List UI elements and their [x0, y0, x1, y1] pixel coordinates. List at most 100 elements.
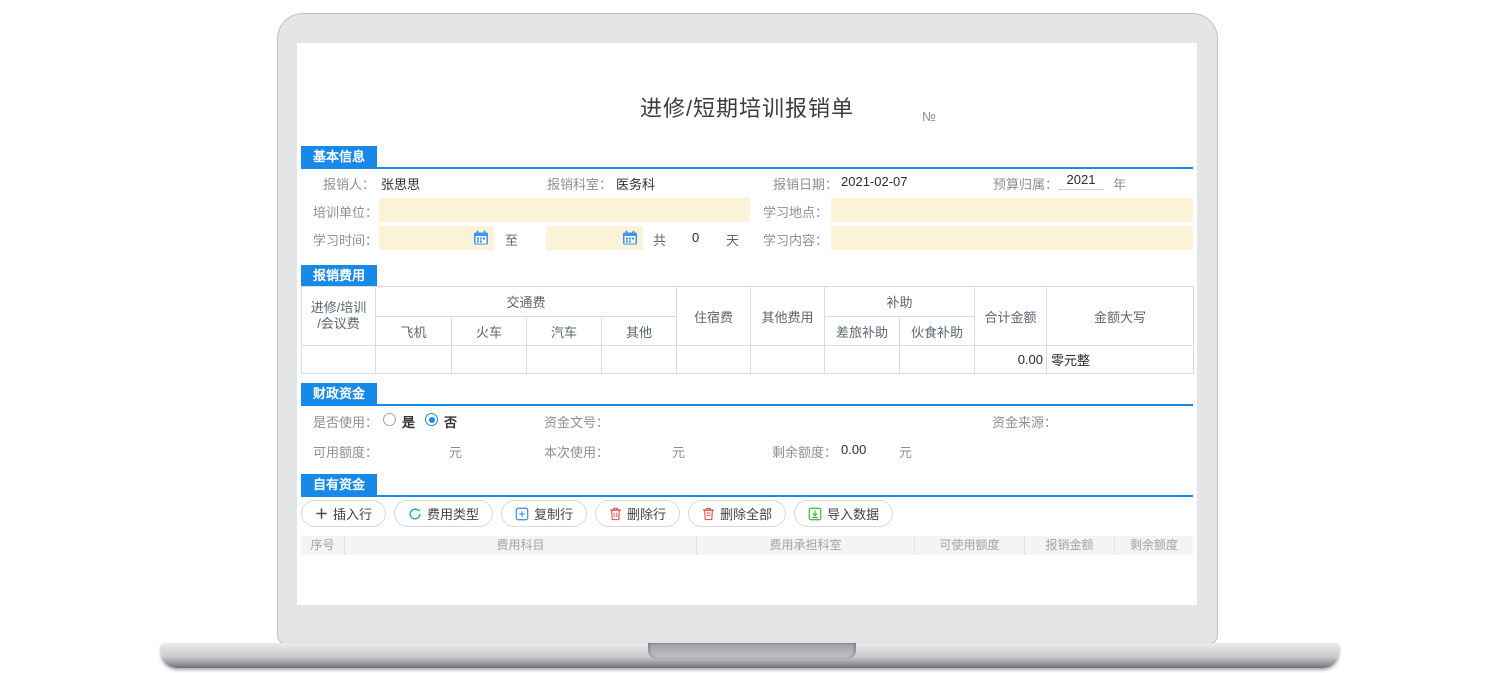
own-funds-table-header: 序号 费用科目 费用承担科室 可使用额度 报销金额 剩余额度	[301, 536, 1193, 555]
page-title: 进修/短期培训报销单	[297, 91, 1197, 123]
section-tab-expenses: 报销费用	[301, 265, 377, 286]
date-value: 2021-02-07	[841, 174, 908, 189]
date-range-to-label: 至	[505, 230, 518, 249]
radio-yes[interactable]	[383, 413, 396, 426]
col-header-plane: 飞机	[376, 317, 452, 346]
col-header-transport: 交通费	[376, 287, 677, 317]
available-quota-unit: 元	[449, 442, 462, 461]
own-funds-toolbar: 插入行 费用类型 复制行 删除行 删除全部 导入数据	[301, 500, 893, 527]
current-use-unit: 元	[672, 442, 685, 461]
col-header-reimburse-amt: 报销金额	[1025, 536, 1115, 555]
section-fiscal-funds: 财政资金	[301, 383, 1193, 406]
import-data-icon	[808, 507, 822, 521]
insert-row-label: 插入行	[333, 504, 372, 523]
expense-type-button[interactable]: 费用类型	[394, 500, 493, 527]
available-quota-label: 可用额度：	[306, 442, 378, 461]
study-content-input[interactable]	[831, 226, 1193, 250]
budget-year-unit: 年	[1113, 174, 1126, 193]
cell-car[interactable]	[527, 346, 602, 374]
col-header-expense-item: 费用科目	[345, 536, 697, 555]
delete-all-label: 删除全部	[720, 504, 772, 523]
section-basic-info: 基本信息	[301, 146, 1193, 169]
remaining-quota-label: 剩余额度：	[765, 442, 837, 461]
col-header-meal-subsidy: 伙食补助	[900, 317, 975, 346]
cell-training-fee[interactable]	[302, 346, 376, 374]
fiscal-row-1: 是否使用： 是 否 资金文号： 资金来源：	[301, 408, 1193, 432]
col-header-other-fee: 其他费用	[751, 287, 825, 346]
cell-lodging[interactable]	[677, 346, 751, 374]
days-value: 0	[692, 230, 699, 245]
study-place-label: 学习地点：	[756, 202, 828, 221]
col-header-transport-other: 其他	[602, 317, 677, 346]
study-time-label: 学习时间：	[306, 230, 378, 249]
fiscal-use-label: 是否使用：	[306, 412, 378, 431]
radio-no-label[interactable]: 否	[444, 412, 457, 431]
calendar-icon[interactable]	[472, 229, 490, 247]
training-unit-label: 培训单位：	[306, 202, 378, 221]
applicant-label: 报销人：	[301, 174, 375, 193]
applicant-value: 张思思	[381, 174, 420, 193]
cell-amount-in-words: 零元整	[1047, 346, 1194, 374]
cell-other-fee[interactable]	[751, 346, 825, 374]
col-header-remaining-amt: 剩余额度	[1115, 536, 1193, 555]
col-header-lodging: 住宿费	[677, 287, 751, 346]
insert-row-button[interactable]: 插入行	[301, 500, 386, 527]
form-number-label: №	[922, 109, 936, 124]
cell-meal-subsidy[interactable]	[900, 346, 975, 374]
training-unit-input[interactable]	[379, 198, 750, 222]
delete-row-label: 删除行	[627, 504, 666, 523]
laptop-hinge-notch	[648, 643, 856, 659]
col-header-subsidy: 补助	[825, 287, 975, 317]
copy-row-button[interactable]: 复制行	[501, 500, 587, 527]
study-time-to-input[interactable]	[546, 226, 643, 250]
fiscal-row-2: 可用额度： 元 本次使用： 元 剩余额度： 0.00 元	[301, 438, 1193, 462]
remaining-quota-value: 0.00	[841, 442, 866, 457]
delete-row-button[interactable]: 删除行	[595, 500, 680, 527]
study-time-from-input[interactable]	[379, 226, 494, 250]
col-header-amount-words: 金额大写	[1047, 287, 1194, 346]
col-header-car: 汽车	[527, 317, 602, 346]
study-place-input[interactable]	[831, 198, 1193, 222]
col-header-train: 火车	[452, 317, 527, 346]
col-header-bearing-dept: 费用承担科室	[697, 536, 915, 555]
section-tab-fiscal-funds: 财政资金	[301, 383, 377, 404]
expense-data-row: 0.00 零元整	[302, 346, 1194, 374]
col-header-seq: 序号	[301, 536, 345, 555]
budget-year-label: 预算归属：	[986, 174, 1058, 193]
basic-info-row-2: 培训单位： 学习地点：	[301, 198, 1193, 222]
col-header-total: 合计金额	[975, 287, 1047, 346]
delete-row-icon	[609, 507, 622, 521]
copy-row-label: 复制行	[534, 504, 573, 523]
radio-no[interactable]	[425, 413, 438, 426]
copy-row-icon	[515, 507, 529, 521]
expense-type-label: 费用类型	[427, 504, 479, 523]
expense-type-icon	[408, 507, 422, 521]
days-unit-label: 天	[726, 230, 739, 249]
current-use-label: 本次使用：	[537, 442, 609, 461]
delete-all-icon	[702, 507, 715, 521]
col-header-training-fee: 进修/培训 /会议费	[302, 287, 376, 346]
section-own-funds: 自有资金	[301, 474, 1193, 497]
cell-transport-other[interactable]	[602, 346, 677, 374]
basic-info-row-3: 学习时间： 至 共 0 天 学习内容：	[301, 226, 1193, 250]
budget-year-input[interactable]: 2021	[1058, 172, 1104, 190]
expense-table: 进修/培训 /会议费 交通费 住宿费 其他费用 补助 合计金额 金额大写 飞机 …	[301, 286, 1194, 374]
department-label: 报销科室：	[540, 174, 612, 193]
cell-total-amount: 0.00	[975, 346, 1047, 374]
cell-plane[interactable]	[376, 346, 452, 374]
section-tab-own-funds: 自有资金	[301, 474, 377, 495]
cell-travel-subsidy[interactable]	[825, 346, 900, 374]
import-data-button[interactable]: 导入数据	[794, 500, 893, 527]
radio-yes-label[interactable]: 是	[402, 412, 415, 431]
calendar-icon[interactable]	[621, 229, 639, 247]
basic-info-row-1: 报销人： 张思思 报销科室： 医务科 报销日期： 2021-02-07 预算归属…	[301, 170, 1193, 194]
study-content-label: 学习内容：	[756, 230, 828, 249]
delete-all-button[interactable]: 删除全部	[688, 500, 786, 527]
department-value: 医务科	[616, 174, 655, 193]
fund-doc-no-label: 资金文号：	[537, 412, 609, 431]
plus-icon	[315, 507, 328, 520]
cell-train[interactable]	[452, 346, 527, 374]
col-header-usable-quota: 可使用额度	[915, 536, 1025, 555]
import-data-label: 导入数据	[827, 504, 879, 523]
col-header-travel-subsidy: 差旅补助	[825, 317, 900, 346]
